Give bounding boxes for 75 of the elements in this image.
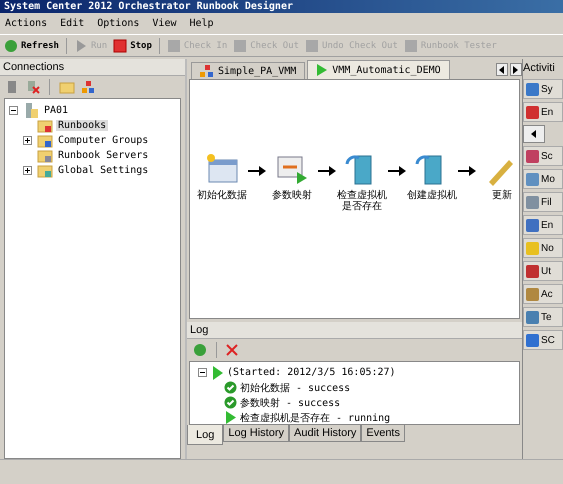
activity-label: 参数映射 [271, 190, 313, 201]
runbook-tab[interactable]: Simple_PA_VMM [191, 62, 306, 79]
toolbar-icon [4, 38, 18, 52]
menu-item[interactable]: Options [97, 18, 140, 29]
runbook-tab[interactable]: VMM_Automatic_DEMO [307, 60, 450, 79]
activity-category[interactable]: No [523, 238, 563, 258]
arrow-right-icon [513, 66, 519, 74]
check-icon [224, 381, 237, 394]
activity-category[interactable]: Sc [523, 146, 563, 166]
activity-label: 更新 [491, 190, 513, 201]
panel-title: Log [190, 324, 208, 336]
activity-category[interactable]: Mo [523, 169, 563, 189]
runbook-icon[interactable] [81, 80, 95, 94]
toolbar-icon [113, 38, 128, 52]
play-icon [212, 366, 224, 380]
check-icon [224, 396, 237, 409]
expand-toggle[interactable] [23, 166, 34, 175]
folder-icon [37, 118, 53, 134]
server-icon [23, 102, 39, 118]
panel-title: Activiti [523, 62, 555, 74]
tree-item[interactable]: PA01 [42, 105, 70, 116]
menu-item[interactable]: View [152, 18, 176, 29]
runbook-icon [200, 65, 214, 77]
arrow-left-icon [531, 130, 537, 138]
log-tab[interactable]: Events [361, 425, 405, 442]
log-entry[interactable]: (Started: 2012/3/5 16:05:27) [227, 367, 396, 378]
activity-label: 创建虚拟机 [406, 190, 458, 201]
arrow-left-icon [499, 66, 505, 74]
tree-item[interactable]: Runbook Servers [56, 150, 150, 161]
log-entry[interactable]: 检查虚拟机是否存在 - running [240, 410, 390, 424]
toolbar-icon [166, 38, 181, 52]
activity-label: 检查虚拟机是否存在 [336, 190, 388, 212]
collapse-toggle[interactable] [9, 106, 20, 115]
toolbar-icon [404, 38, 418, 52]
activity-category[interactable]: Te [523, 307, 563, 327]
folder-icon [37, 162, 53, 178]
scroll-left-button[interactable] [496, 63, 508, 76]
tree-item[interactable]: Runbooks [56, 120, 108, 131]
activity-category[interactable]: Sy [523, 79, 563, 99]
toolbar-button[interactable]: Refresh [2, 38, 61, 52]
log-entry[interactable]: 初始化数据 - success [240, 380, 350, 394]
menu-item[interactable]: Actions [5, 18, 48, 29]
close-icon[interactable] [226, 344, 238, 356]
folder-icon [37, 148, 53, 164]
arrow [248, 166, 266, 176]
activity-category[interactable]: SC [523, 330, 563, 350]
arrow [388, 166, 406, 176]
activity-category[interactable]: Ut [523, 261, 563, 281]
arrow [318, 166, 336, 176]
folder-icon [37, 132, 53, 148]
log-entry[interactable]: 参数映射 - success [240, 396, 340, 410]
log-tab[interactable]: Log [187, 425, 224, 445]
menu-item[interactable]: Edit [60, 18, 84, 29]
collapse-toggle[interactable] [198, 368, 209, 377]
panel-title: Connections [3, 61, 64, 73]
activity-category[interactable]: Fil [523, 192, 563, 212]
tree-item[interactable]: Global Settings [56, 165, 150, 176]
activity-category[interactable]: Ac [523, 284, 563, 304]
expand-toggle[interactable] [23, 136, 34, 145]
toolbar-icon [305, 38, 320, 52]
disconnect-icon[interactable] [26, 80, 40, 94]
scroll-right-button[interactable] [510, 63, 522, 76]
log-tab[interactable]: Audit History [289, 425, 362, 442]
activity-label: 初始化数据 [196, 190, 248, 201]
toolbar-icon [233, 38, 248, 52]
tree-item[interactable]: Computer Groups [56, 135, 150, 146]
activity-category[interactable]: En [523, 102, 563, 122]
menu-item[interactable]: Help [190, 18, 214, 29]
log-tab[interactable]: Log History [223, 425, 289, 442]
toolbar-button[interactable]: Stop [111, 38, 154, 52]
scroll-left-button[interactable] [523, 125, 545, 143]
play-icon [316, 64, 328, 76]
window-title: System Center 2012 Orchestrator Runbook Designer [3, 0, 293, 12]
arrow [458, 166, 476, 176]
activity-category[interactable]: En [523, 215, 563, 235]
